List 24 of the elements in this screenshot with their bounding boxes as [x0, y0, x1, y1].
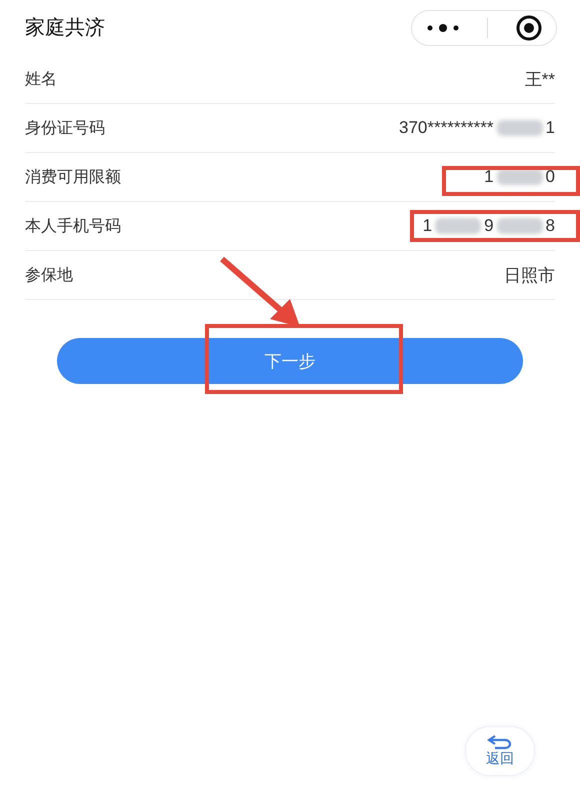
field-label: 身份证号码: [25, 118, 105, 138]
field-value: 9: [484, 216, 494, 236]
return-arrow-icon: [487, 734, 513, 750]
back-button[interactable]: 返回: [465, 726, 535, 776]
field-value: 1: [546, 118, 555, 138]
field-label: 消费可用限额: [25, 166, 121, 188]
field-value: 370**********: [399, 118, 494, 138]
field-value: 1: [484, 167, 494, 187]
close-icon[interactable]: [514, 14, 542, 42]
field-label: 参保地: [25, 264, 73, 286]
field-value: 0: [546, 167, 555, 187]
redaction-blur: [496, 120, 543, 136]
field-value: 王**: [524, 68, 555, 90]
field-label: 本人手机号码: [25, 216, 121, 236]
redaction-blur: [435, 218, 482, 234]
next-button[interactable]: 下一步: [57, 338, 523, 384]
more-icon[interactable]: [426, 22, 460, 32]
redaction-blur: [496, 169, 543, 185]
field-value: 1: [422, 216, 432, 236]
field-label: 姓名: [25, 68, 57, 90]
field-value: 日照市: [504, 264, 555, 286]
redaction-blur: [496, 218, 543, 234]
page-title: 家庭共济: [25, 14, 105, 41]
field-value: 8: [546, 216, 555, 236]
